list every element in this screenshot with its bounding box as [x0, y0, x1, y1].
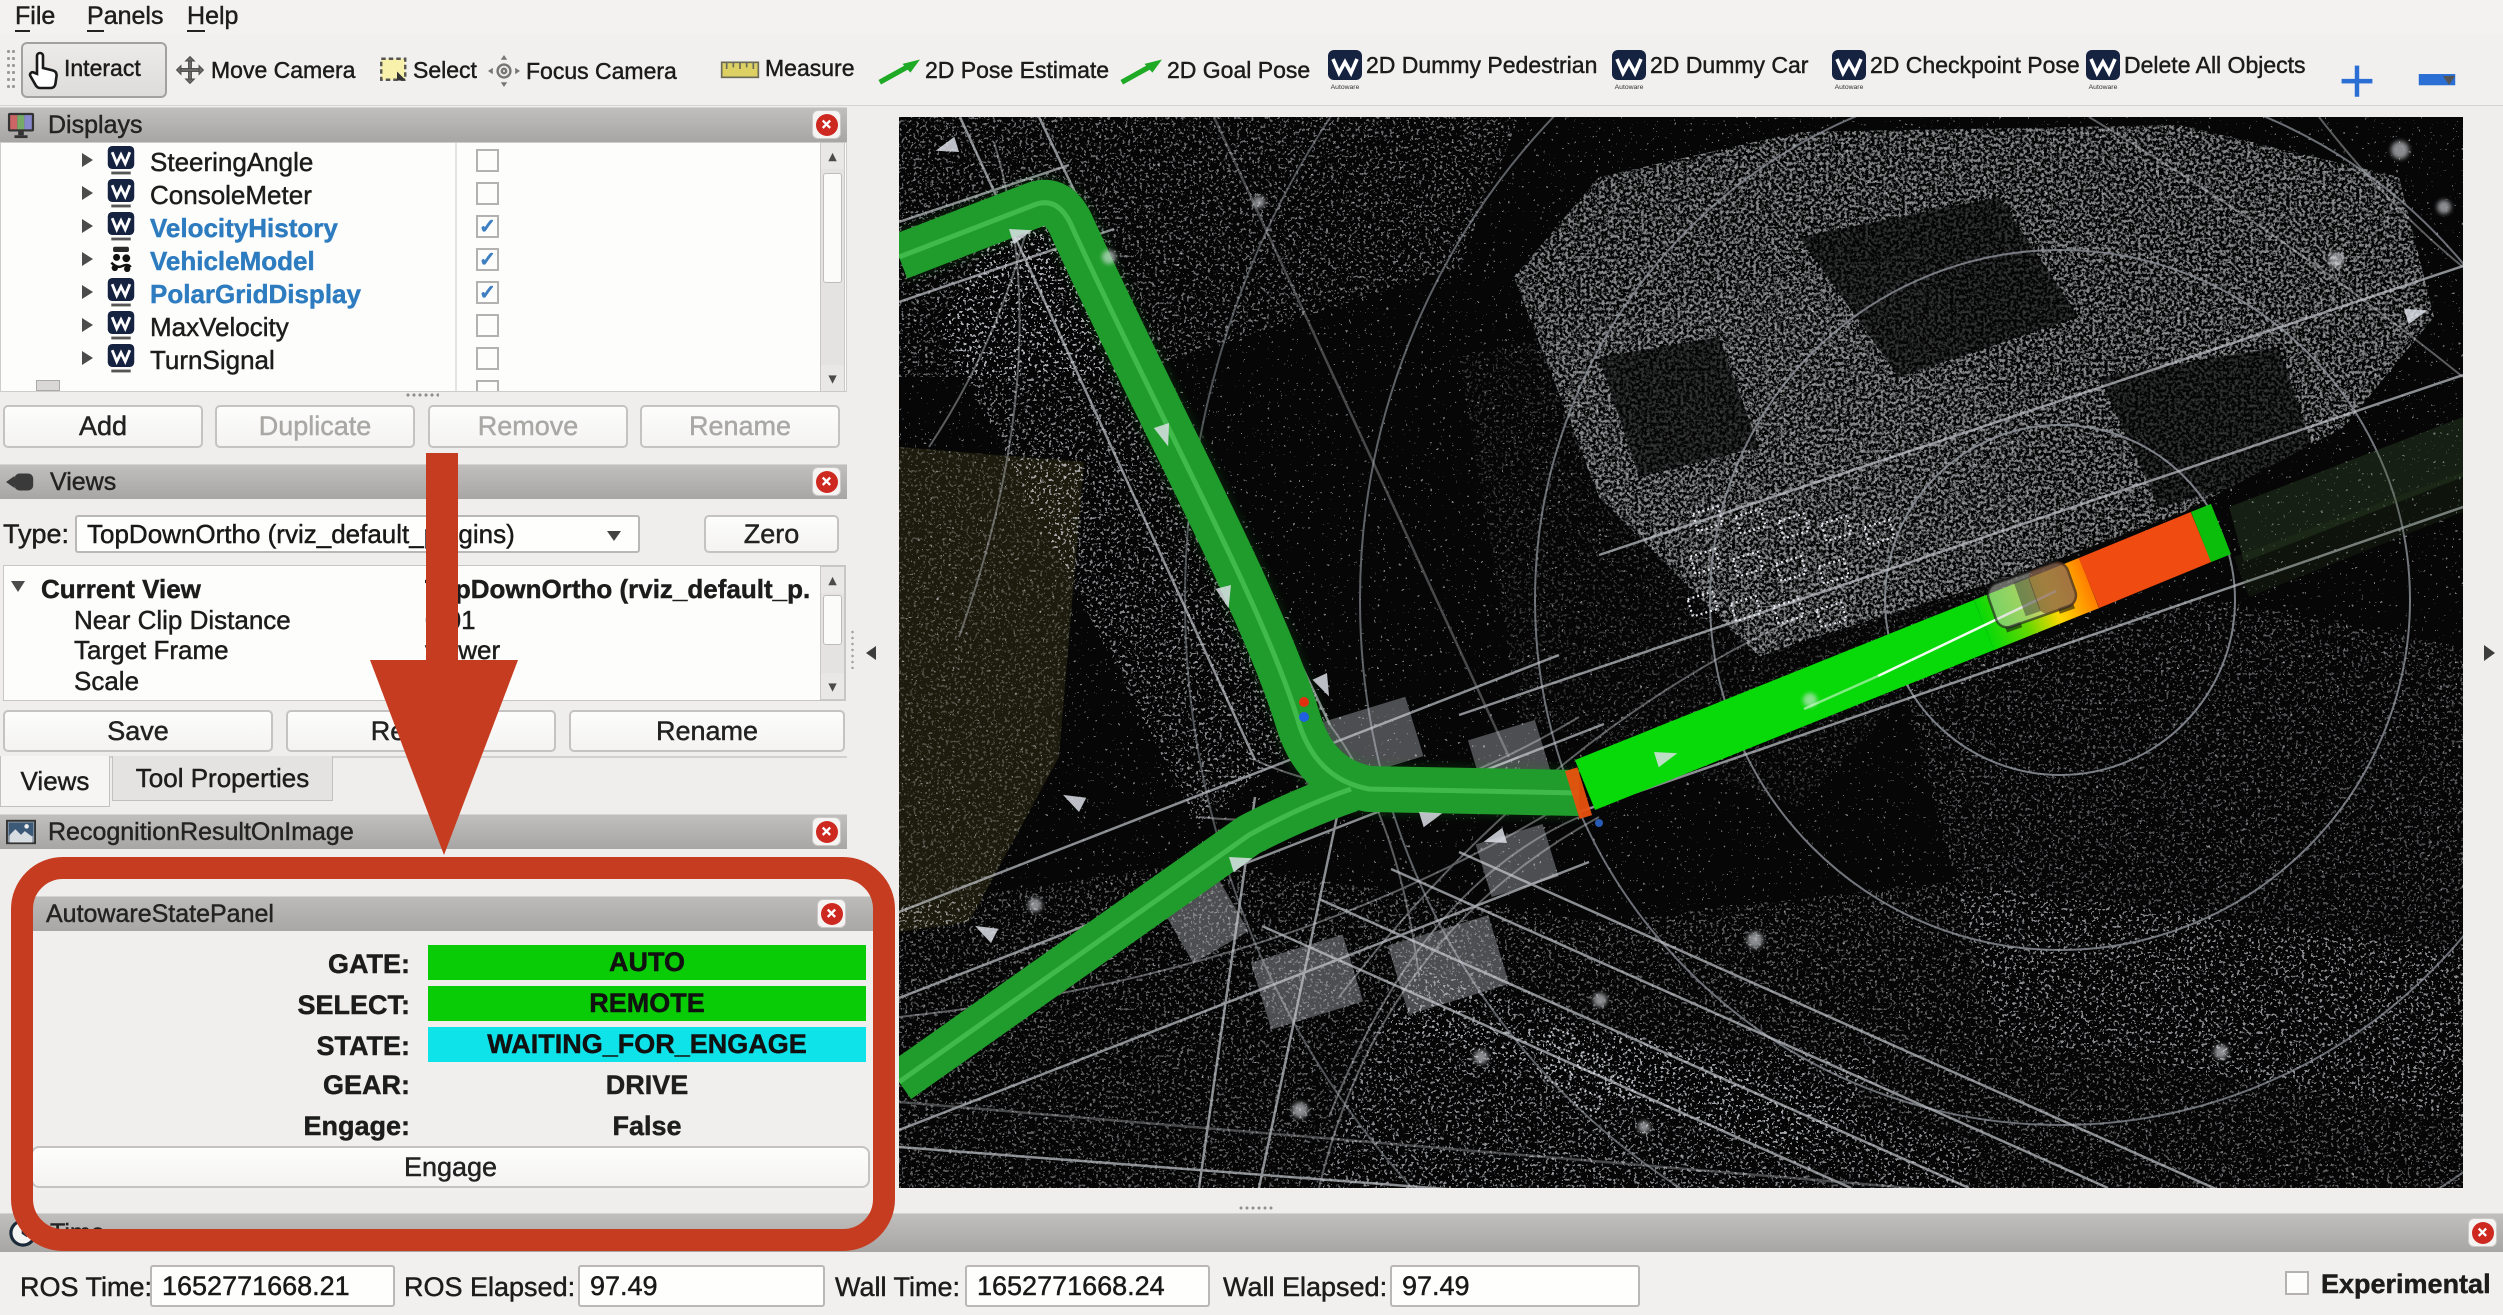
svg-text:Autoware: Autoware — [2089, 84, 2118, 90]
svg-text:Autoware: Autoware — [1331, 84, 1360, 90]
svg-text:Autoware: Autoware — [1615, 84, 1644, 90]
svg-text:Autoware: Autoware — [1835, 84, 1864, 90]
